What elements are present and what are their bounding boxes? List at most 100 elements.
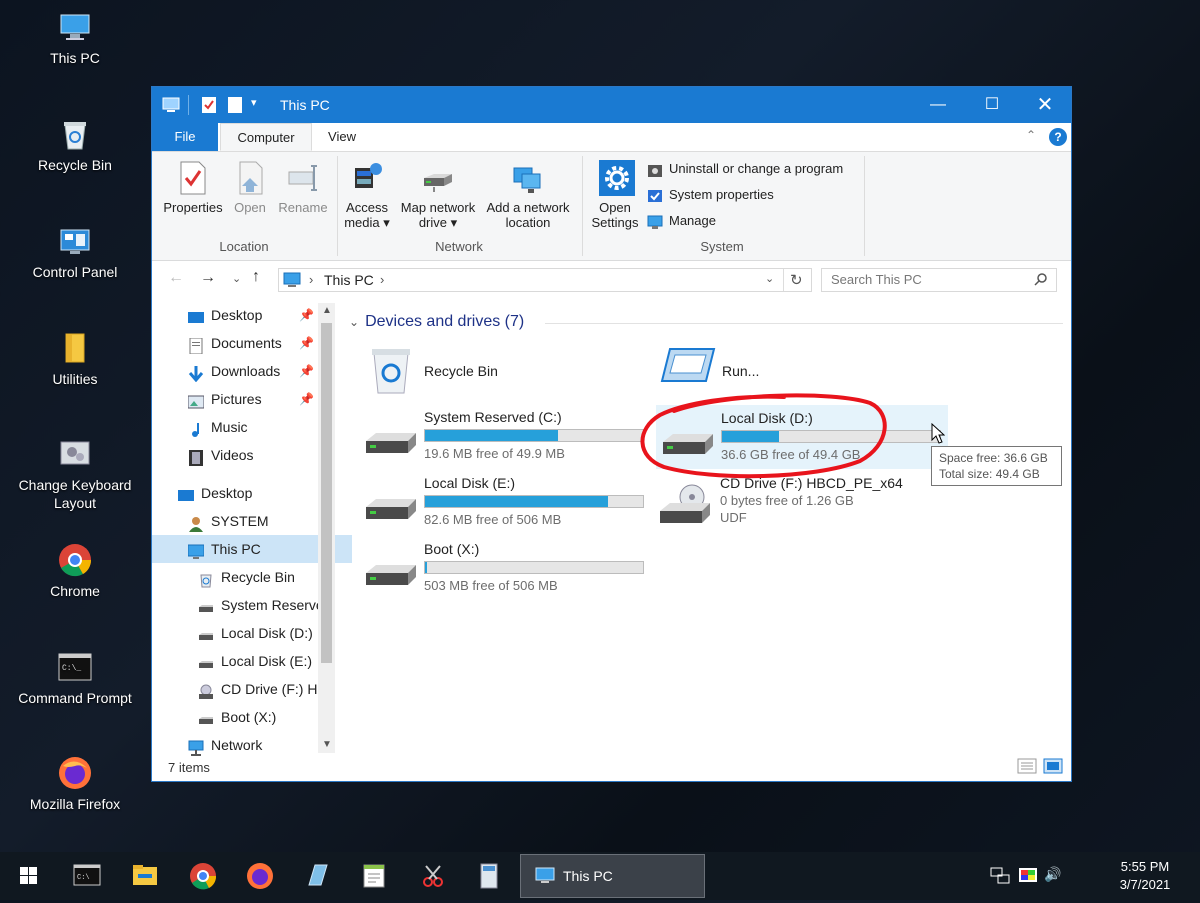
taskbar-firefox[interactable] xyxy=(236,852,284,900)
drive-x[interactable]: Boot (X:) 503 MB free of 506 MB xyxy=(364,541,654,601)
scrollbar-thumb[interactable] xyxy=(321,323,332,663)
scroll-down-icon[interactable]: ▼ xyxy=(322,739,332,750)
this-pc-icon xyxy=(535,867,555,883)
color-display-icon[interactable] xyxy=(1018,866,1038,889)
uninstall-icon xyxy=(647,162,663,178)
properties-button[interactable]: Properties xyxy=(160,160,226,215)
usage-bar-fill xyxy=(425,430,558,441)
this-pc-icon xyxy=(58,10,92,44)
glass-pane-icon xyxy=(308,864,328,886)
back-arrow-icon[interactable]: ← xyxy=(168,269,184,287)
maximize-button[interactable]: ☐ xyxy=(965,87,1019,123)
collapse-ribbon-icon[interactable]: ⌃ xyxy=(1026,128,1036,142)
start-button[interactable] xyxy=(4,852,52,900)
item-recycle-bin[interactable]: Recycle Bin xyxy=(368,345,628,399)
firefox-icon xyxy=(58,756,92,790)
network-status-icon[interactable] xyxy=(990,866,1010,889)
open-button[interactable]: Open xyxy=(230,160,270,215)
tab-computer[interactable]: Computer xyxy=(220,123,312,151)
command-prompt-icon: C:\_ xyxy=(58,650,92,684)
usage-bar-fill xyxy=(425,562,428,573)
refresh-icon[interactable]: ↻ xyxy=(790,271,803,289)
search-input[interactable]: Search This PC xyxy=(821,268,1057,292)
breadcrumb-chevron-icon[interactable]: › xyxy=(380,272,384,287)
desktop-icon-this-pc[interactable]: This PC xyxy=(10,10,140,67)
desktop-icon xyxy=(178,485,194,502)
properties-quick-icon[interactable] xyxy=(202,97,216,116)
drive-name: Local Disk (E:) xyxy=(424,475,516,491)
add-network-location-button[interactable]: Add a network location xyxy=(482,160,574,230)
address-dropdown-icon[interactable]: ⌄ xyxy=(765,272,774,285)
new-folder-quick-icon[interactable] xyxy=(228,97,242,116)
ribbon-separator xyxy=(337,156,338,256)
access-media-button[interactable]: Access media ▾ xyxy=(342,160,392,230)
manage-button[interactable]: Manage xyxy=(647,210,716,232)
large-icons-view-icon[interactable] xyxy=(1043,757,1063,778)
scroll-up-icon[interactable]: ▲ xyxy=(322,305,332,316)
recycle-bin-icon xyxy=(58,117,92,151)
taskbar-notepad[interactable] xyxy=(350,852,398,900)
taskbar-calculator[interactable] xyxy=(465,852,513,900)
open-icon xyxy=(234,160,266,196)
section-header[interactable]: ⌄ Devices and drives (7) xyxy=(349,313,524,331)
up-arrow-icon[interactable]: ↑ xyxy=(252,268,260,286)
drive-c[interactable]: System Reserved (C:) 19.6 MB free of 49.… xyxy=(364,409,654,469)
desktop-icon xyxy=(188,307,204,324)
drive-e[interactable]: Local Disk (E:) 82.6 MB free of 506 MB xyxy=(364,475,654,535)
desktop-icon-control-panel[interactable]: Control Panel xyxy=(10,224,140,281)
tab-file[interactable]: File xyxy=(152,123,218,151)
pin-icon[interactable]: 📌 xyxy=(299,308,314,322)
recent-locations-icon[interactable]: ⌄ xyxy=(232,272,241,285)
pictures-icon xyxy=(187,391,205,409)
system-clock[interactable]: 5:55 PM 3/7/2021 xyxy=(1100,858,1190,894)
breadcrumb[interactable]: This PC xyxy=(324,272,374,288)
nav-item-desktop-root[interactable]: Desktop xyxy=(152,479,342,507)
taskbar-file-explorer[interactable] xyxy=(121,852,169,900)
pin-icon[interactable]: 📌 xyxy=(299,392,314,406)
taskbar-app-5[interactable] xyxy=(293,852,341,900)
desktop-icon-recycle-bin[interactable]: Recycle Bin xyxy=(10,117,140,174)
minimize-button[interactable]: — xyxy=(911,87,965,123)
rename-button[interactable]: Rename xyxy=(276,160,330,215)
keyboard-layout-icon xyxy=(58,437,92,471)
desktop-icon-label: Mozilla Firefox xyxy=(29,796,121,812)
uninstall-program-button[interactable]: Uninstall or change a program xyxy=(647,158,843,180)
taskbar-snipping-tool[interactable] xyxy=(408,852,456,900)
desktop-icon-label: Command Prompt xyxy=(18,690,132,706)
taskbar-this-pc-window[interactable]: This PC xyxy=(520,854,705,898)
calculator-icon xyxy=(480,863,498,889)
chrome-icon xyxy=(58,543,92,577)
desktop-icon-label: Control Panel xyxy=(32,264,118,280)
open-settings-button[interactable]: Open Settings xyxy=(588,160,642,230)
drive-filesystem: UDF xyxy=(720,510,747,525)
desktop-icon-chrome[interactable]: Chrome xyxy=(10,543,140,600)
close-button[interactable]: ✕ xyxy=(1018,87,1072,123)
desktop-icon-utilities[interactable]: Utilities xyxy=(10,331,140,388)
address-bar[interactable]: › This PC › ⌄ ↻ xyxy=(278,268,812,292)
quick-access-dropdown-icon[interactable]: ▾ xyxy=(251,96,257,109)
taskbar-chrome[interactable] xyxy=(179,852,227,900)
pin-icon[interactable]: 📌 xyxy=(299,364,314,378)
desktop-icon-command-prompt[interactable]: C:\_ Command Prompt xyxy=(10,650,140,707)
details-view-icon[interactable] xyxy=(1017,757,1037,778)
taskbar-command-prompt[interactable]: C:\ xyxy=(63,852,111,900)
nav-scrollbar[interactable]: ▲ ▼ xyxy=(318,303,335,753)
properties-icon xyxy=(177,160,209,196)
notepad-icon xyxy=(363,864,385,888)
desktop-icon-firefox[interactable]: Mozilla Firefox xyxy=(10,756,140,813)
desktop-icon-label: Change Keyboard Layout xyxy=(18,477,132,511)
network-location-icon xyxy=(512,160,544,196)
desktop-icon-change-keyboard-layout[interactable]: Change Keyboard Layout xyxy=(10,437,140,512)
forward-arrow-icon[interactable]: → xyxy=(200,269,216,287)
volume-icon[interactable]: 🔊 xyxy=(1044,866,1061,883)
usage-bar xyxy=(424,429,644,442)
tab-view[interactable]: View xyxy=(312,123,372,151)
system-properties-button[interactable]: System properties xyxy=(647,184,774,206)
taskbar: C:\ This PC 🔊 5:55 PM 3/7/2021 xyxy=(0,852,1200,900)
help-icon[interactable]: ? xyxy=(1049,128,1067,146)
group-network-label: Network xyxy=(435,239,483,254)
map-network-drive-button[interactable]: Map network drive ▾ xyxy=(396,160,480,230)
pin-icon[interactable]: 📌 xyxy=(299,336,314,350)
breadcrumb-chevron-icon[interactable]: › xyxy=(309,272,313,287)
maximize-icon: ☐ xyxy=(984,96,1000,113)
